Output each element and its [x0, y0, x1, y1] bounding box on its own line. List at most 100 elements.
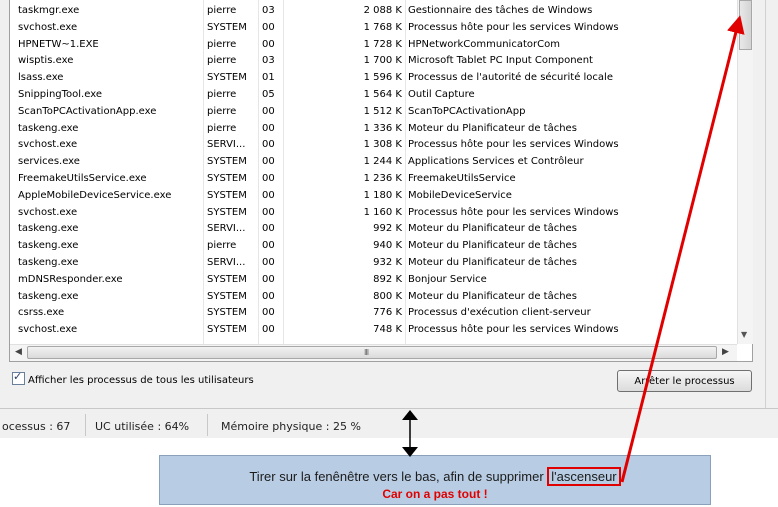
scroll-right-arrow-icon[interactable]: ▶: [722, 347, 729, 357]
process-user: SYSTEM: [207, 307, 247, 319]
table-row[interactable]: HPNETW~1.EXE pierre 00 1 728 K HPNetworkComm…: [10, 38, 735, 55]
vertical-scrollbar[interactable]: ▼: [737, 0, 753, 344]
process-memory: 932 K: [373, 256, 402, 268]
annotation-highlight: l'ascenseur: [547, 467, 621, 486]
table-row[interactable]: svchost.exe SYSTEM 00 1 160 K Processus hôte…: [10, 206, 735, 223]
horizontal-scroll-thumb[interactable]: III: [27, 346, 717, 359]
table-row[interactable]: svchost.exe SERVI... 00 1 308 K Processus hô…: [10, 138, 735, 155]
process-name: svchost.exe: [18, 21, 78, 33]
checkmark-icon: ✓: [13, 370, 23, 383]
process-name: svchost.exe: [18, 324, 78, 336]
process-description: Gestionnaire des tâches de Windows: [408, 5, 593, 16]
task-manager-window: taskmgr.exe pierre 03 2 088 K Gestionnaire d…: [0, 0, 778, 438]
table-row[interactable]: wisptis.exe pierre 03 1 700 K Microsoft Tabl…: [10, 54, 735, 71]
process-name: FreemakeUtilsService.exe: [18, 172, 147, 184]
process-memory: 1 236 K: [363, 172, 402, 184]
process-memory: 1 768 K: [363, 21, 402, 33]
table-row[interactable]: ScanToPCActivationApp.exe pierre 00 1 512 K…: [10, 105, 735, 122]
process-memory: 776 K: [373, 307, 402, 319]
process-description: Moteur du Planificateur de tâches: [408, 240, 577, 252]
process-description: Processus de l'autorité de sécurité loca…: [408, 72, 613, 84]
process-name: taskeng.exe: [18, 223, 79, 235]
annotation-line-2: Car on a pas tout !: [382, 487, 488, 501]
process-cpu: 03: [262, 55, 275, 67]
process-cpu: 00: [262, 273, 275, 285]
process-name: csrss.exe: [18, 307, 65, 319]
process-user: pierre: [207, 105, 237, 117]
process-cpu: 00: [262, 122, 275, 134]
process-memory: 748 K: [373, 324, 402, 336]
process-user: SYSTEM: [207, 206, 247, 218]
process-description: Processus hôte pour les services Windows: [408, 139, 619, 151]
process-description: MobileDeviceService: [408, 189, 512, 201]
table-row[interactable]: FreemakeUtilsService.exe SYSTEM 00 1 236 K F…: [10, 172, 735, 189]
annotation-text: Tirer sur la fenênêtre vers le bas, afin…: [249, 469, 548, 484]
process-description: Outil Capture: [408, 88, 475, 100]
process-memory: 1 564 K: [363, 88, 402, 100]
process-description: Processus hôte pour les services Windows: [408, 324, 619, 336]
process-memory: 1 160 K: [363, 206, 402, 218]
process-user: SYSTEM: [207, 72, 247, 84]
process-user: SYSTEM: [207, 324, 247, 336]
grip-icon: III: [364, 348, 369, 357]
table-row[interactable]: taskeng.exe SERVI... 00 992 K Moteur du Plan…: [10, 222, 735, 239]
process-user: pierre: [207, 240, 237, 252]
process-cpu: 00: [262, 307, 275, 319]
process-description: Processus hôte pour les services Windows: [408, 206, 619, 218]
table-row[interactable]: AppleMobileDeviceService.exe SYSTEM 00 1 18…: [10, 189, 735, 206]
table-row[interactable]: lsass.exe SYSTEM 01 1 596 K Processus de l'a…: [10, 71, 735, 88]
vertical-scroll-thumb[interactable]: [739, 0, 752, 50]
process-name: HPNETW~1.EXE: [18, 38, 99, 50]
process-description: Moteur du Planificateur de tâches: [408, 290, 577, 302]
table-row[interactable]: taskeng.exe pierre 00 940 K Moteur du Planif…: [10, 239, 735, 256]
process-memory: 1 336 K: [363, 122, 402, 134]
table-row[interactable]: taskmgr.exe pierre 03 2 088 K Gestionnaire d…: [10, 4, 735, 21]
status-cpu: UC utilisée : 64%: [95, 420, 190, 433]
process-description: Processus hôte pour les services Windows: [408, 21, 619, 33]
table-row[interactable]: svchost.exe SYSTEM 00 748 K Processus hôte p…: [10, 323, 735, 340]
status-separator: [85, 414, 86, 436]
annotation-line-1: Tirer sur la fenênêtre vers le bas, afin…: [160, 467, 710, 486]
process-memory: 2 088 K: [363, 5, 402, 16]
process-user: SYSTEM: [207, 172, 247, 184]
process-cpu: 00: [262, 223, 275, 235]
status-separator: [207, 414, 208, 436]
process-description: Moteur du Planificateur de tâches: [408, 256, 577, 268]
process-cpu: 00: [262, 256, 275, 268]
status-memory: Mémoire physique : 25 %: [221, 420, 361, 433]
process-user: SERVI...: [207, 139, 246, 151]
table-row[interactable]: csrss.exe SYSTEM 00 776 K Processus d'exécut…: [10, 306, 735, 323]
show-all-users-option[interactable]: ✓ Afficher les processus de tous les util…: [12, 370, 254, 386]
process-name: AppleMobileDeviceService.exe: [18, 189, 172, 201]
scroll-left-arrow-icon[interactable]: ◀: [15, 347, 22, 357]
table-row[interactable]: mDNSResponder.exe SYSTEM 00 892 K Bonjour Se…: [10, 273, 735, 290]
process-cpu: 00: [262, 139, 275, 151]
process-description: Moteur du Planificateur de tâches: [408, 122, 577, 134]
process-user: SYSTEM: [207, 290, 247, 302]
show-all-users-checkbox[interactable]: ✓: [12, 370, 25, 385]
end-process-button[interactable]: Arrêter le processus: [617, 370, 752, 392]
process-cpu: 05: [262, 88, 275, 100]
table-row[interactable]: taskeng.exe pierre 00 1 336 K Moteur du Plan…: [10, 122, 735, 139]
table-row[interactable]: services.exe SYSTEM 00 1 244 K Applications …: [10, 155, 735, 172]
process-name: taskeng.exe: [18, 256, 79, 268]
process-description: Processus d'exécution client-serveur: [408, 307, 591, 319]
process-memory: 1 700 K: [363, 55, 402, 67]
process-memory: 940 K: [373, 240, 402, 252]
process-cpu: 03: [262, 5, 275, 16]
table-row[interactable]: svchost.exe SYSTEM 00 1 768 K Processus hôte…: [10, 21, 735, 38]
table-row[interactable]: SnippingTool.exe pierre 05 1 564 K Outil Cap…: [10, 88, 735, 105]
process-user: pierre: [207, 55, 237, 67]
process-rows: taskmgr.exe pierre 03 2 088 K Gestionnaire d…: [10, 4, 735, 340]
table-row[interactable]: taskeng.exe SERVI... 00 932 K Moteur du Plan…: [10, 256, 735, 273]
process-description: Applications Services et Contrôleur: [408, 156, 584, 168]
process-list: taskmgr.exe pierre 03 2 088 K Gestionnaire d…: [9, 0, 753, 362]
table-row[interactable]: taskeng.exe SYSTEM 00 800 K Moteur du Planif…: [10, 290, 735, 307]
process-cpu: 00: [262, 290, 275, 302]
process-description: FreemakeUtilsService: [408, 172, 516, 184]
process-name: taskmgr.exe: [18, 5, 80, 16]
horizontal-scrollbar[interactable]: ◀ III ▶: [10, 344, 737, 361]
process-description: ScanToPCActivationApp: [408, 105, 526, 117]
scroll-down-arrow-icon[interactable]: ▼: [741, 330, 747, 339]
process-name: taskeng.exe: [18, 290, 79, 302]
